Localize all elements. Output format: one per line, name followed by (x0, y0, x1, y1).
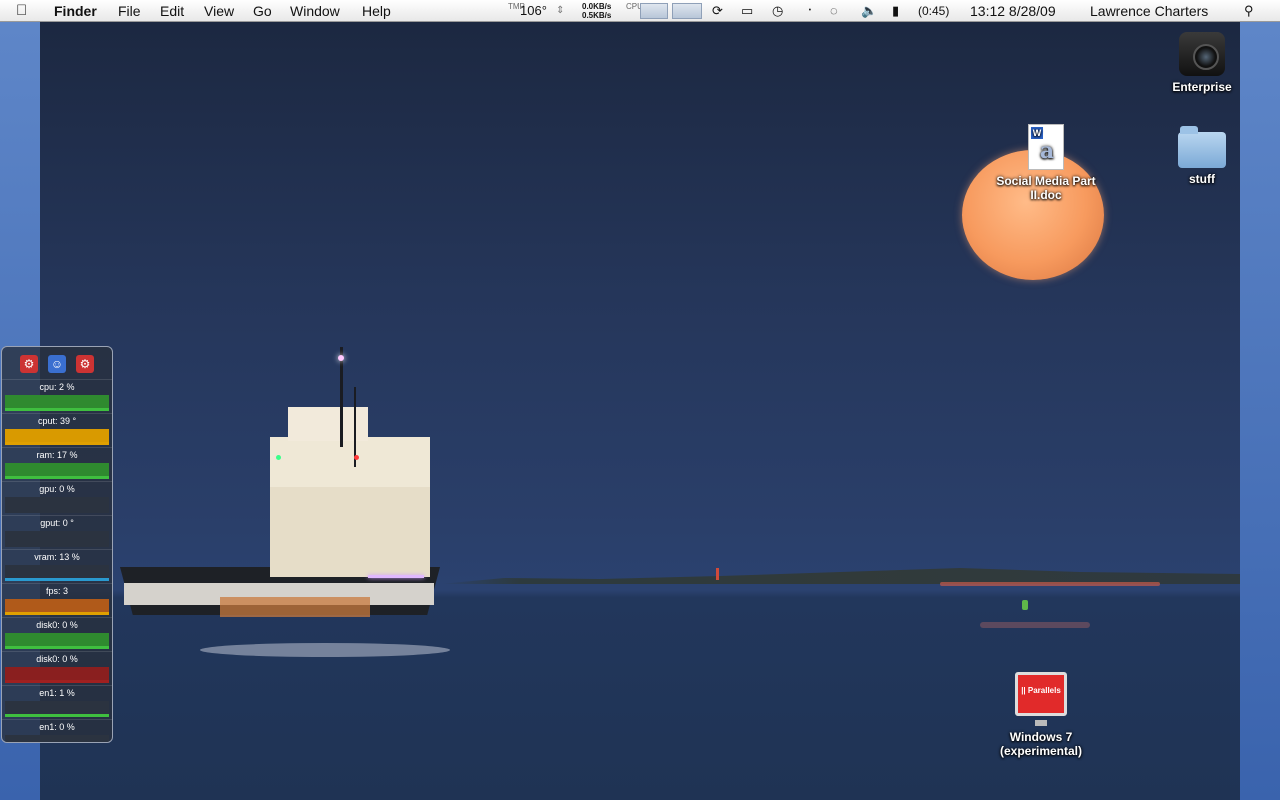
desktop-icon-label: Windows 7 (experimental) (999, 730, 1083, 758)
monitor-row-label: disk0: 0 % (36, 620, 78, 630)
monitor-stand (1035, 720, 1047, 726)
finder-icon[interactable]: ☺ (48, 355, 66, 373)
monitor-row-graph (5, 667, 109, 683)
desktop-icon-social-media-doc[interactable]: W a Social Media Part II.doc (990, 124, 1102, 202)
monitor-row: gpu: 0 % (2, 481, 112, 515)
temperature-label: TMP (508, 2, 525, 11)
ferry-boat (120, 347, 450, 657)
monitor-row: ram: 17 % (2, 447, 112, 481)
time-machine-icon[interactable]: ◷ (772, 3, 783, 19)
monitor-row-label: en1: 0 % (39, 722, 75, 732)
sync-icon[interactable]: ⟳ (712, 3, 723, 19)
gear-icon[interactable]: ⚙ (20, 355, 38, 373)
bluetooth-icon[interactable]: ᛫ (806, 3, 814, 19)
monitor-row: en1: 1 % (2, 685, 112, 719)
spotlight-icon[interactable]: ⚲ (1244, 3, 1254, 19)
ferry-wake (200, 643, 450, 657)
desktop-icon-enterprise[interactable]: Enterprise (1162, 32, 1242, 94)
monitor-row-label: disk0: 0 % (36, 654, 78, 664)
monitor-row-label: cput: 39 ° (37, 416, 77, 426)
monitor-row-label: cpu: 2 % (39, 382, 75, 392)
desktop-icon-label: stuff (1189, 172, 1215, 186)
menu-go[interactable]: Go (253, 2, 272, 20)
monitor-row-graph (5, 531, 109, 547)
menu-bar:  Finder File Edit View Go Window Help T… (0, 0, 1280, 22)
port-light (354, 455, 359, 460)
net-download-speed[interactable]: 0.5KB/s (582, 12, 611, 20)
display-icon[interactable]: ▭ (741, 3, 753, 19)
folder-icon (1178, 126, 1226, 168)
monitor-row: cpu: 2 % (2, 379, 112, 413)
horizon-glow (940, 582, 1160, 586)
monitor-row-label: vram: 13 % (34, 552, 80, 562)
monitor-row: gput: 0 ° (2, 515, 112, 549)
cpu-graph-icon[interactable] (640, 3, 668, 19)
monitor-row-graph (5, 735, 109, 742)
horizon-shoreline (440, 568, 1240, 584)
monitor-row-label: gpu: 0 % (39, 484, 75, 494)
monitor-row-graph (5, 599, 109, 615)
apple-menu-icon[interactable]:  (16, 2, 36, 20)
monitor-row-label: gput: 0 ° (40, 518, 74, 528)
desktop-icon-label: Enterprise (1172, 80, 1232, 94)
word-document-icon: W a (1028, 124, 1064, 170)
up-down-arrows-icon: ⇕ (556, 5, 565, 16)
temperature-value[interactable]: 106° (520, 2, 547, 20)
app-menu-finder[interactable]: Finder (54, 2, 97, 20)
mast-light (338, 355, 344, 361)
menu-file[interactable]: File (118, 2, 141, 20)
ferry-cargo-netting (220, 597, 370, 617)
menu-window[interactable]: Window (290, 2, 340, 20)
monitor-row-label: fps: 3 (45, 586, 68, 596)
ferry-lower-deck (270, 487, 430, 577)
parallels-vm-icon: || Parallels (1015, 672, 1067, 716)
monitor-row-graph (5, 701, 109, 717)
monitor-row-graph (5, 633, 109, 649)
menu-help[interactable]: Help (362, 2, 391, 20)
menu-clock[interactable]: 13:12 8/28/09 (970, 2, 1056, 20)
wifi-icon[interactable]: ◌ (830, 3, 838, 19)
deck-light-strip (368, 575, 424, 578)
desktop-icon-windows-7[interactable]: || Parallels Windows 7 (experimental) (992, 672, 1090, 758)
monitor-row-label: en1: 1 % (39, 688, 75, 698)
monitor-row-graph (5, 429, 109, 445)
ferry-mast (340, 347, 343, 447)
system-monitor-widget[interactable]: ⚙ ☺ ⚙ cpu: 2 % cput: 39 ° ram: 17 % gpu: 0 … (1, 346, 113, 743)
monitor-header: ⚙ ☺ ⚙ (2, 347, 112, 379)
channel-marker (716, 568, 719, 580)
camera-icon (1179, 32, 1225, 76)
net-upload-speed[interactable]: 0.0KB/s (582, 3, 611, 11)
desktop-icon-stuff[interactable]: stuff (1166, 124, 1238, 186)
monitor-row-graph (5, 395, 109, 411)
monitor-row-graph (5, 463, 109, 479)
monitor-row: fps: 3 (2, 583, 112, 617)
monitor-row: vram: 13 % (2, 549, 112, 583)
desktop-icon-label: Social Media Part II.doc (996, 174, 1096, 202)
user-menu[interactable]: Lawrence Charters (1090, 2, 1208, 20)
battery-icon[interactable]: ▮ (892, 3, 899, 19)
monitor-row: cput: 39 ° (2, 413, 112, 447)
ferry-bridge (288, 407, 368, 441)
monitor-row: disk0: 0 % (2, 651, 112, 685)
green-buoy (1022, 600, 1028, 610)
monitor-row-graph (5, 565, 109, 581)
memory-graph-icon[interactable] (672, 3, 702, 19)
monitor-row-graph (5, 497, 109, 513)
battery-time[interactable]: (0:45) (918, 2, 949, 20)
parallels-badge: || Parallels (1021, 686, 1061, 695)
menu-edit[interactable]: Edit (160, 2, 184, 20)
cpu-label: CPU (626, 2, 643, 11)
moon-reflection (980, 622, 1090, 628)
gear-icon[interactable]: ⚙ (76, 355, 94, 373)
menu-view[interactable]: View (204, 2, 234, 20)
monitor-row-label: ram: 17 % (36, 450, 78, 460)
volume-icon[interactable]: 🔈 (861, 3, 877, 19)
monitor-row: en1: 0 % (2, 719, 112, 742)
monitor-row: disk0: 0 % (2, 617, 112, 651)
desktop-stripe-right (1240, 22, 1280, 800)
starboard-light (276, 455, 281, 460)
ferry-upper-deck (270, 437, 430, 487)
